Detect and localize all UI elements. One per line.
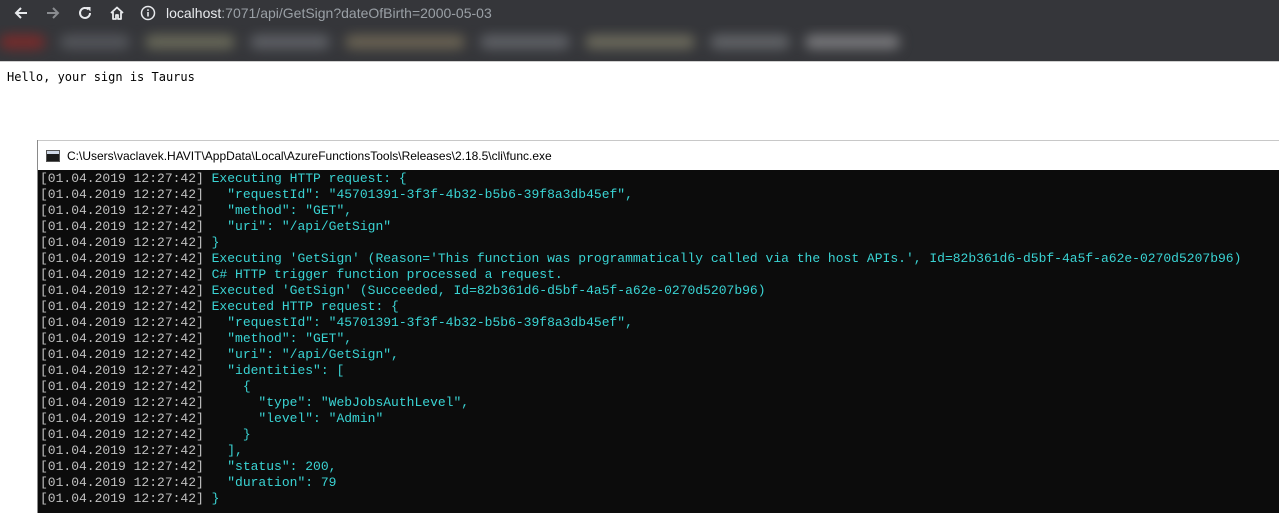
console-line: [01.04.2019 12:27:42] C# HTTP trigger fu… (40, 267, 1241, 283)
log-timestamp: [01.04.2019 12:27:42] (40, 267, 204, 282)
log-message: Executed 'GetSign' (Succeeded, Id=82b361… (203, 283, 766, 298)
log-message: } (203, 491, 220, 506)
console-output: [01.04.2019 12:27:42] Executing HTTP req… (40, 171, 1241, 507)
log-timestamp: [01.04.2019 12:27:42] (40, 219, 204, 234)
console-line: [01.04.2019 12:27:42] "level": "Admin" (40, 411, 1241, 427)
log-timestamp: [01.04.2019 12:27:42] (40, 331, 204, 346)
console-line: [01.04.2019 12:27:42] "method": "GET", (40, 331, 1241, 347)
home-icon (110, 6, 124, 20)
log-timestamp: [01.04.2019 12:27:42] (40, 459, 204, 474)
console-line: [01.04.2019 12:27:42] "requestId": "4570… (40, 187, 1241, 203)
console-app-icon (46, 149, 60, 162)
log-message: Executing HTTP request: { (203, 171, 407, 186)
log-message: "method": "GET", (203, 331, 353, 346)
back-button[interactable] (8, 0, 34, 25)
console-line: [01.04.2019 12:27:42] "identities": [ (40, 363, 1241, 379)
log-message: } (203, 427, 251, 442)
content-divider (0, 61, 1279, 62)
console-line: [01.04.2019 12:27:42] "type": "WebJobsAu… (40, 395, 1241, 411)
log-message: ], (203, 443, 243, 458)
log-message: "uri": "/api/GetSign", (203, 347, 399, 362)
console-title: C:\Users\vaclavek.HAVIT\AppData\Local\Az… (67, 148, 552, 163)
log-message: "uri": "/api/GetSign" (203, 219, 392, 234)
console-line: [01.04.2019 12:27:42] "status": 200, (40, 459, 1241, 475)
log-timestamp: [01.04.2019 12:27:42] (40, 251, 204, 266)
log-timestamp: [01.04.2019 12:27:42] (40, 299, 204, 314)
bookmarks-bar (0, 25, 1279, 61)
log-message: Executed HTTP request: { (203, 299, 399, 314)
forward-button[interactable] (40, 0, 66, 25)
console-line: [01.04.2019 12:27:42] } (40, 427, 1241, 443)
log-timestamp: [01.04.2019 12:27:42] (40, 171, 204, 186)
blurred-bookmarks (0, 31, 903, 55)
log-timestamp: [01.04.2019 12:27:42] (40, 411, 204, 426)
log-timestamp: [01.04.2019 12:27:42] (40, 427, 204, 442)
log-timestamp: [01.04.2019 12:27:42] (40, 395, 204, 410)
log-message: "requestId": "45701391-3f3f-4b32-b5b6-39… (203, 187, 633, 202)
console-line: [01.04.2019 12:27:42] { (40, 379, 1241, 395)
log-message: { (203, 379, 251, 394)
console-line: [01.04.2019 12:27:42] "uri": "/api/GetSi… (40, 347, 1241, 363)
console-window[interactable]: C:\Users\vaclavek.HAVIT\AppData\Local\Az… (37, 140, 1279, 513)
log-timestamp: [01.04.2019 12:27:42] (40, 347, 204, 362)
log-message: C# HTTP trigger function processed a req… (203, 267, 563, 282)
log-message: "status": 200, (203, 459, 337, 474)
console-line: [01.04.2019 12:27:42] "uri": "/api/GetSi… (40, 219, 1241, 235)
console-line: [01.04.2019 12:27:42] "method": "GET", (40, 203, 1241, 219)
console-line: [01.04.2019 12:27:42] Executing HTTP req… (40, 171, 1241, 187)
reload-button[interactable] (72, 0, 98, 25)
log-timestamp: [01.04.2019 12:27:42] (40, 203, 204, 218)
log-timestamp: [01.04.2019 12:27:42] (40, 235, 204, 250)
log-timestamp: [01.04.2019 12:27:42] (40, 187, 204, 202)
log-message: "identities": [ (203, 363, 345, 378)
log-timestamp: [01.04.2019 12:27:42] (40, 491, 204, 506)
console-titlebar[interactable]: C:\Users\vaclavek.HAVIT\AppData\Local\Az… (38, 140, 1279, 170)
console-line: [01.04.2019 12:27:42] ], (40, 443, 1241, 459)
info-icon[interactable] (140, 5, 156, 21)
log-message: Executing 'GetSign' (Reason='This functi… (203, 251, 1242, 266)
log-message: "requestId": "45701391-3f3f-4b32-b5b6-39… (203, 315, 633, 330)
console-line: [01.04.2019 12:27:42] Executed 'GetSign'… (40, 283, 1241, 299)
console-line: [01.04.2019 12:27:42] Executed HTTP requ… (40, 299, 1241, 315)
console-line: [01.04.2019 12:27:42] "requestId": "4570… (40, 315, 1241, 331)
forward-arrow-icon (47, 6, 60, 19)
log-message: "method": "GET", (203, 203, 353, 218)
console-line: [01.04.2019 12:27:42] "duration": 79 (40, 475, 1241, 491)
log-message: } (203, 235, 220, 250)
log-timestamp: [01.04.2019 12:27:42] (40, 443, 204, 458)
log-message: "duration": 79 (203, 475, 337, 490)
address-bar[interactable]: localhost:7071/api/GetSign?dateOfBirth=2… (140, 0, 492, 25)
console-line: [01.04.2019 12:27:42] Executing 'GetSign… (40, 251, 1241, 267)
url-text[interactable]: localhost:7071/api/GetSign?dateOfBirth=2… (166, 5, 492, 21)
home-button[interactable] (104, 0, 130, 25)
url-path: :7071/api/GetSign?dateOfBirth=2000-05-03 (221, 4, 492, 21)
log-timestamp: [01.04.2019 12:27:42] (40, 379, 204, 394)
reload-icon (79, 6, 91, 19)
console-line: [01.04.2019 12:27:42] } (40, 235, 1241, 251)
log-timestamp: [01.04.2019 12:27:42] (40, 475, 204, 490)
log-timestamp: [01.04.2019 12:27:42] (40, 363, 204, 378)
browser-toolbar: localhost:7071/api/GetSign?dateOfBirth=2… (0, 0, 1279, 25)
back-arrow-icon (14, 6, 27, 19)
console-line: [01.04.2019 12:27:42] } (40, 491, 1241, 507)
url-host: localhost (166, 4, 222, 21)
log-timestamp: [01.04.2019 12:27:42] (40, 315, 204, 330)
response-text: Hello, your sign is Taurus (7, 70, 195, 84)
log-message: "type": "WebJobsAuthLevel", (203, 395, 470, 410)
log-timestamp: [01.04.2019 12:27:42] (40, 283, 204, 298)
log-message: "level": "Admin" (203, 411, 384, 426)
